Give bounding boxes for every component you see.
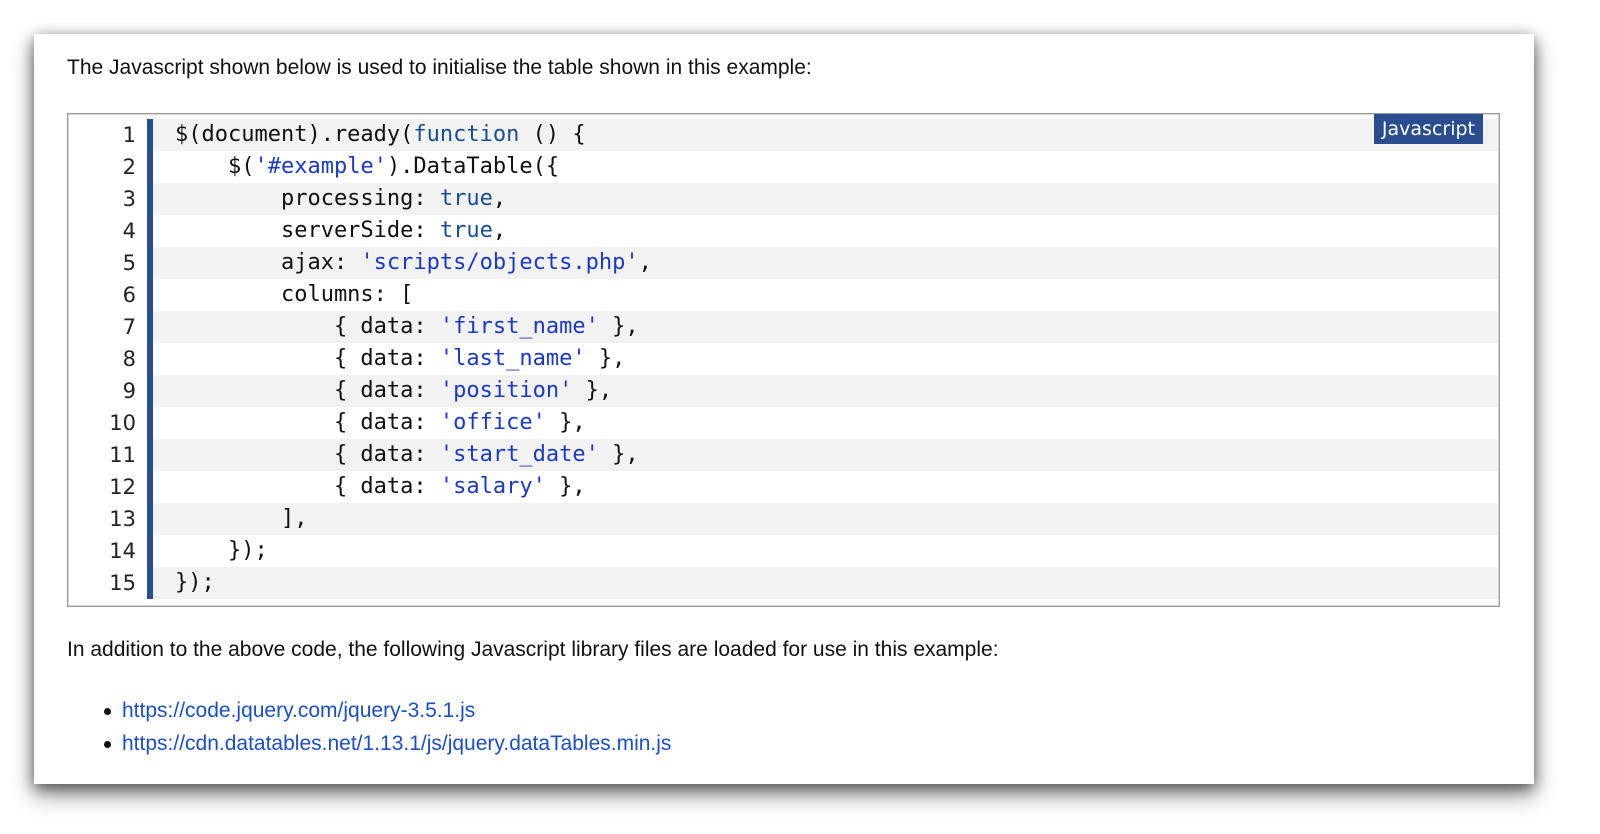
- code-text: });: [153, 535, 1498, 567]
- code-token: ],: [175, 506, 308, 531]
- library-list-item: https://code.jquery.com/jquery-3.5.1.js: [104, 694, 671, 727]
- library-link[interactable]: https://code.jquery.com/jquery-3.5.1.js: [122, 699, 475, 722]
- code-token: });: [175, 570, 215, 595]
- line-number: 11: [109, 443, 136, 467]
- code-line: 10 { data: 'office' },: [68, 407, 1498, 439]
- code-string: 'last_name': [439, 346, 586, 371]
- code-text: ajax: 'scripts/objects.php',: [153, 247, 1498, 279]
- code-text: { data: 'last_name' },: [153, 343, 1498, 375]
- line-number: 12: [109, 475, 136, 499]
- code-text: serverSide: true,: [153, 215, 1498, 247]
- code-line: 8 { data: 'last_name' },: [68, 343, 1498, 375]
- code-line: 5 ajax: 'scripts/objects.php',: [68, 247, 1498, 279]
- code-string: '#example': [254, 154, 387, 179]
- code-token: ajax:: [175, 250, 361, 275]
- code-text: { data: 'position' },: [153, 375, 1498, 407]
- code-keyword: true: [439, 218, 493, 243]
- line-number: 8: [122, 347, 136, 371]
- code-line: 2 $('#example').DataTable({: [68, 151, 1498, 183]
- code-token: ).DataTable({: [386, 154, 560, 179]
- code-token: },: [545, 410, 586, 435]
- line-number: 14: [109, 539, 136, 563]
- code-line: 6 columns: [: [68, 279, 1498, 311]
- code-token: ,: [492, 218, 507, 243]
- line-number: 3: [122, 187, 136, 211]
- line-number: 9: [122, 379, 136, 403]
- line-number: 13: [109, 507, 136, 531]
- code-string: 'office': [439, 410, 546, 435]
- code-text: columns: [: [153, 279, 1498, 311]
- code-text: $('#example').DataTable({: [153, 151, 1498, 183]
- line-number: 4: [122, 219, 136, 243]
- code-token: processing:: [175, 186, 440, 211]
- code-line: 14 });: [68, 535, 1498, 567]
- code-token: { data:: [175, 378, 440, 403]
- code-keyword: function: [413, 122, 520, 147]
- code-string: 'scripts/objects.php': [360, 250, 639, 275]
- code-token: },: [572, 378, 613, 403]
- code-token: { data:: [175, 474, 440, 499]
- code-token: () {: [519, 122, 586, 147]
- code-text: { data: 'start_date' },: [153, 439, 1498, 471]
- code-token: serverSide:: [175, 218, 440, 243]
- code-token: },: [545, 474, 586, 499]
- code-line: 9 { data: 'position' },: [68, 375, 1498, 407]
- code-text: });: [153, 567, 1498, 599]
- code-text: { data: 'first_name' },: [153, 311, 1498, 343]
- code-line: 13 ],: [68, 503, 1498, 535]
- code-token: ,: [638, 250, 652, 275]
- line-number: 6: [122, 283, 136, 307]
- line-number: 1: [122, 123, 136, 147]
- code-text: ],: [153, 503, 1498, 535]
- code-token: });: [175, 538, 268, 563]
- bullet-icon: [104, 741, 111, 748]
- code-string: 'salary': [439, 474, 546, 499]
- code-block: Javascript 1 $(document).ready(function (…: [67, 113, 1500, 607]
- code-keyword: true: [439, 186, 493, 211]
- code-lines: 1 $(document).ready(function () {2 $('#ex…: [68, 119, 1498, 599]
- libraries-intro-text: In addition to the above code, the follo…: [67, 638, 999, 661]
- intro-text: The Javascript shown below is used to in…: [67, 56, 812, 79]
- code-string: 'position': [439, 378, 573, 403]
- library-link[interactable]: https://cdn.datatables.net/1.13.1/js/jqu…: [122, 732, 671, 755]
- code-line: 15});: [68, 567, 1498, 599]
- library-list: https://code.jquery.com/jquery-3.5.1.js h…: [67, 694, 671, 760]
- language-badge: Javascript: [1373, 114, 1483, 144]
- code-line: 1 $(document).ready(function () {: [68, 119, 1498, 151]
- code-text: { data: 'office' },: [153, 407, 1498, 439]
- bullet-icon: [104, 708, 111, 715]
- code-line: 12 { data: 'salary' },: [68, 471, 1498, 503]
- code-token: ,: [492, 186, 507, 211]
- code-token: { data:: [175, 346, 440, 371]
- code-string: 'first_name': [439, 314, 599, 339]
- library-list-item: https://cdn.datatables.net/1.13.1/js/jqu…: [104, 727, 671, 760]
- content-card: The Javascript shown below is used to in…: [34, 34, 1534, 784]
- code-token: },: [598, 442, 639, 467]
- line-number: 15: [109, 571, 136, 595]
- code-line: 3 processing: true,: [68, 183, 1498, 215]
- code-line: 4 serverSide: true,: [68, 215, 1498, 247]
- code-line: 11 { data: 'start_date' },: [68, 439, 1498, 471]
- code-token: columns: [: [175, 282, 414, 307]
- code-token: $(: [175, 154, 255, 179]
- code-line: 7 { data: 'first_name' },: [68, 311, 1498, 343]
- code-token: { data:: [175, 442, 440, 467]
- code-token: { data:: [175, 314, 440, 339]
- code-token: },: [598, 314, 639, 339]
- code-text: { data: 'salary' },: [153, 471, 1498, 503]
- code-string: 'start_date': [439, 442, 599, 467]
- line-number: 5: [122, 251, 136, 275]
- code-text: $(document).ready(function () {: [153, 119, 1498, 151]
- line-number: 10: [109, 411, 136, 435]
- code-token: $(document).ready(: [175, 122, 414, 147]
- code-text: processing: true,: [153, 183, 1498, 215]
- line-number: 2: [122, 155, 136, 179]
- line-number: 7: [122, 315, 136, 339]
- code-token: },: [585, 346, 626, 371]
- code-token: { data:: [175, 410, 440, 435]
